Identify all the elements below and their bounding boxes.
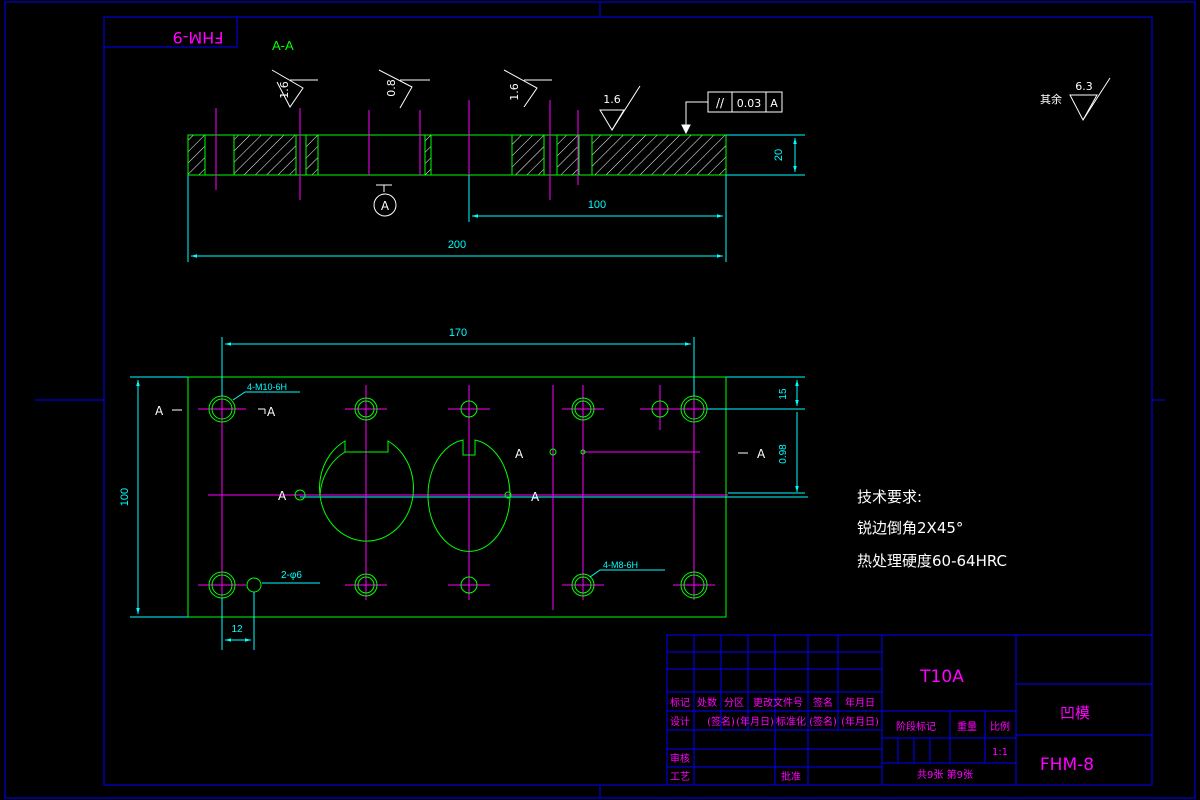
roughness-rest-label: 其余: [1040, 92, 1062, 106]
sheet-code-top: FHM-9: [173, 28, 224, 47]
tb-r-gongyi: 工艺: [670, 771, 690, 783]
section-view: A: [187, 100, 727, 217]
section-label: A-A: [272, 38, 294, 53]
tolerance-symbol: //: [716, 96, 725, 110]
tb-material: T10A: [919, 667, 964, 687]
cut-label-mid3: A: [531, 490, 540, 504]
cad-drawing-canvas: FHM-9 A-A A 1.6 0.8 1.6 1.6 其余 6.3 // 0.…: [4, 1, 1196, 799]
tb-r-qianming: (签名): [707, 715, 735, 728]
tolerance-value: 0.03: [737, 97, 762, 110]
tb-zhongliang: 重量: [957, 720, 977, 733]
dim-098: 0.98: [778, 444, 789, 464]
dim-100-left: 100: [119, 488, 131, 506]
tb-bili: 比例: [990, 720, 1010, 733]
cut-label-left: A: [155, 404, 164, 418]
dim-thickness: 20: [773, 149, 785, 161]
tech-req-line2: 热处理硬度60-64HRC: [857, 552, 1007, 570]
cut-label-mid2: A: [278, 489, 287, 503]
cut-label-right: A: [757, 447, 766, 461]
tb-r-sheji: 设计: [670, 715, 690, 728]
dim-170: 170: [449, 327, 467, 339]
tb-scale: 1:1: [992, 747, 1008, 758]
tb-h-qianming: 签名: [813, 696, 833, 709]
dim-200: 200: [448, 239, 466, 251]
cut-label-mid1: A: [515, 447, 524, 461]
callout-leaders: [232, 391, 665, 584]
tech-req-line1: 锐边倒角2X45°: [857, 519, 963, 537]
tb-part-name: 凹模: [1060, 704, 1090, 722]
roughness-2: 0.8: [385, 79, 398, 97]
roughness-4: 1.6: [603, 93, 621, 106]
tb-drawing-no: FHM-8: [1040, 755, 1094, 775]
tb-r-nianyueri2: (年月日): [841, 715, 879, 728]
tb-h-fenqu: 分区: [724, 697, 744, 709]
dim-12: 12: [231, 624, 243, 635]
tb-r-shenhe: 审核: [670, 752, 690, 765]
tb-jieduan: 阶段标记: [896, 720, 936, 733]
tb-r-pizhun: 批准: [781, 770, 801, 783]
roughness-1: 1.6: [278, 81, 291, 99]
tolerance-datum: A: [770, 97, 778, 110]
tb-h-gengai: 更改文件号: [753, 696, 803, 709]
tb-r-nianyueri: (年月日): [736, 715, 774, 728]
tech-req-title: 技术要求:: [857, 488, 922, 506]
callout-d6: 2-φ6: [281, 570, 302, 581]
plan-dimensions: [130, 337, 805, 650]
dim-15: 15: [778, 388, 789, 400]
roughness-3: 1.6: [508, 83, 521, 101]
callout-m10: 4-M10-6H: [247, 382, 287, 392]
cut-label-left-arrow: A: [267, 405, 276, 419]
section-marker-label: A: [381, 199, 390, 213]
roughness-symbols: [271, 69, 1111, 131]
tb-sheets: 共9张 第9张: [917, 768, 973, 781]
tb-h-biaoji: 标记: [670, 697, 690, 709]
tolerance-frame: [681, 91, 783, 135]
tb-r-qianming2: (签名): [809, 715, 837, 728]
dim-100-top: 100: [588, 199, 606, 211]
tb-h-nianyueri: 年月日: [845, 696, 875, 709]
tb-h-chushu: 处数: [697, 696, 717, 709]
roughness-rest-value: 6.3: [1075, 80, 1093, 93]
tb-r-biaozhunhua: 标准化: [776, 715, 806, 728]
callout-m8: 4-M8-6H: [603, 560, 638, 570]
